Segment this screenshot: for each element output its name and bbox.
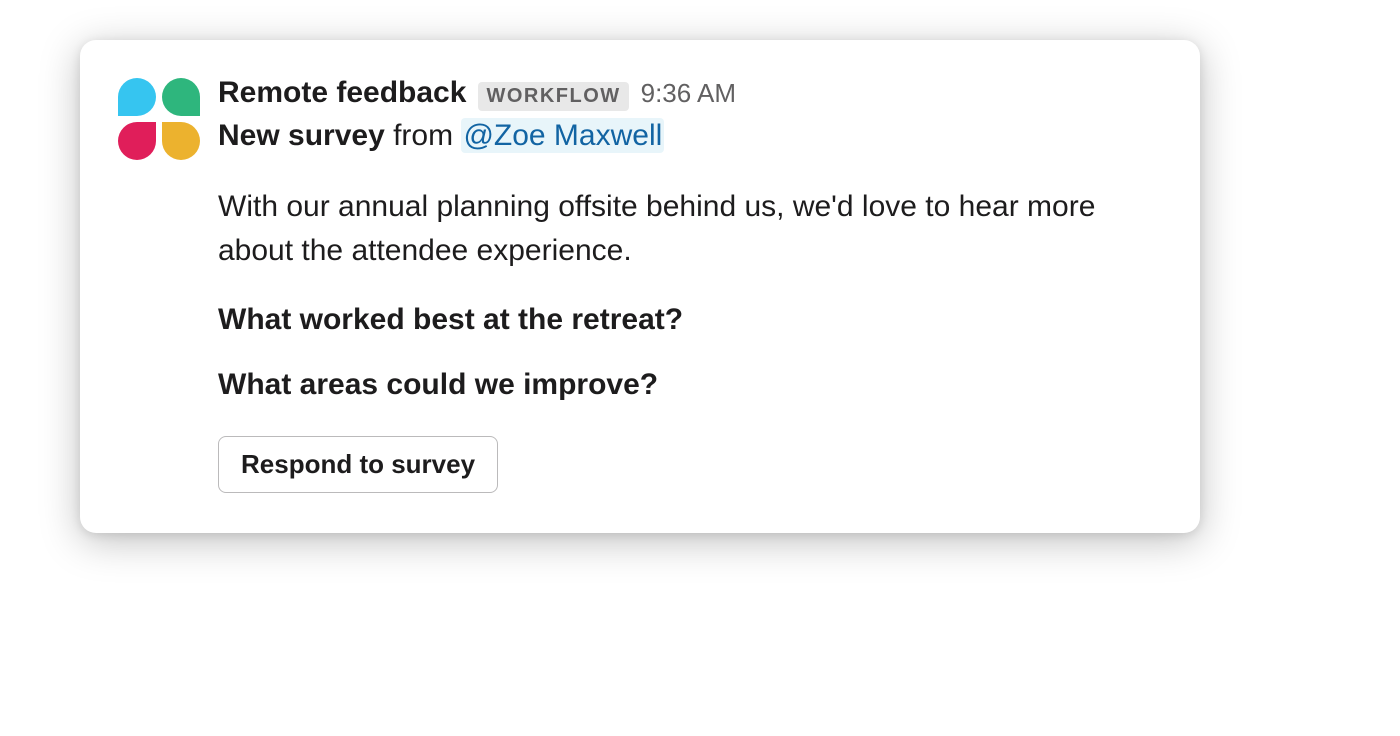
- workflow-badge: WORKFLOW: [478, 82, 628, 111]
- question-2: What areas could we improve?: [218, 365, 1156, 404]
- timestamp: 9:36 AM: [641, 78, 736, 109]
- petal-icon: [118, 122, 156, 160]
- petal-icon: [118, 78, 156, 116]
- workflow-avatar-icon: [116, 76, 202, 162]
- message-content: Remote feedback WORKFLOW 9:36 AM New sur…: [218, 76, 1156, 493]
- message-header: Remote feedback WORKFLOW 9:36 AM: [218, 76, 1156, 111]
- respond-button[interactable]: Respond to survey: [218, 436, 498, 493]
- petal-icon: [162, 78, 200, 116]
- user-mention[interactable]: @Zoe Maxwell: [461, 118, 664, 153]
- message-card: Remote feedback WORKFLOW 9:36 AM New sur…: [80, 40, 1200, 533]
- subtitle-from: from: [385, 119, 462, 152]
- subtitle-title: New survey: [218, 119, 385, 152]
- subtitle: New survey from @Zoe Maxwell: [218, 115, 1156, 157]
- question-1: What worked best at the retreat?: [218, 300, 1156, 339]
- sender-name: Remote feedback: [218, 76, 466, 110]
- petal-icon: [162, 122, 200, 160]
- message-body: With our annual planning offsite behind …: [218, 185, 1156, 272]
